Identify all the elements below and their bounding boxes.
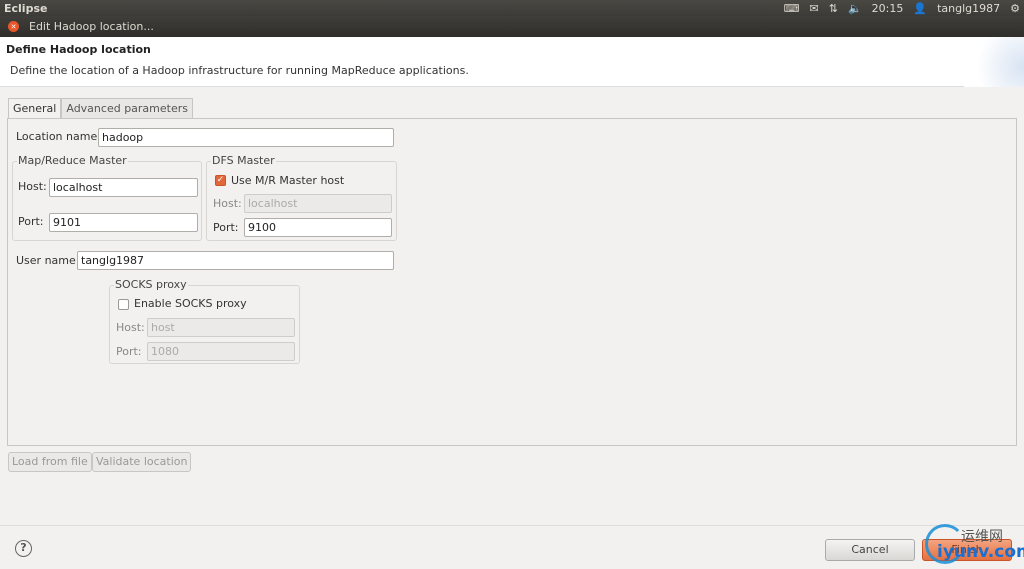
dfs-port-input[interactable]: 9100 xyxy=(244,218,392,237)
dialog-titlebar: ✕ Edit Hadoop location... xyxy=(0,16,1024,37)
location-name-label: Location name: xyxy=(16,130,101,143)
general-panel: Location name: hadoop Map/Reduce Master … xyxy=(7,118,1017,446)
mr-port-label: Port: xyxy=(18,215,44,228)
keyboard-icon[interactable]: ⌨ xyxy=(784,2,800,15)
user-menu[interactable]: tanglg1987 xyxy=(937,2,1000,15)
gear-icon[interactable]: ⚙ xyxy=(1010,2,1020,15)
socks-port-label: Port: xyxy=(116,345,142,358)
dfs-master-group: DFS Master ✓ Use M/R Master host Host: l… xyxy=(206,154,397,241)
mr-port-input[interactable]: 9101 xyxy=(49,213,198,232)
network-icon[interactable]: ⇅ xyxy=(829,2,838,15)
socks-host-label: Host: xyxy=(116,321,145,334)
tab-bar: General Advanced parameters xyxy=(8,98,193,118)
user-name-label: User name: xyxy=(16,254,80,267)
mr-host-input[interactable]: localhost xyxy=(49,178,198,197)
cancel-button[interactable]: Cancel xyxy=(825,539,915,561)
user-name-input[interactable]: tanglg1987 xyxy=(77,251,394,270)
mr-host-label: Host: xyxy=(18,180,47,193)
tab-general[interactable]: General xyxy=(8,98,62,118)
group-title: SOCKS proxy xyxy=(114,278,188,291)
socks-host-input: host xyxy=(147,318,295,337)
group-title: DFS Master xyxy=(211,154,276,167)
page-title: Define Hadoop location xyxy=(6,43,151,56)
header-banner-image xyxy=(964,37,1024,87)
enable-socks-proxy-label: Enable SOCKS proxy xyxy=(134,297,247,310)
volume-icon[interactable]: 🔈 xyxy=(848,2,862,15)
validate-location-button[interactable]: Validate location xyxy=(92,452,192,472)
load-from-file-button[interactable]: Load from file xyxy=(8,452,92,472)
wizard-header: Define Hadoop location Define the locati… xyxy=(0,37,1024,87)
user-icon: 👤 xyxy=(913,1,928,15)
dfs-host-input: localhost xyxy=(244,194,392,213)
clock[interactable]: 20:15 xyxy=(872,2,904,15)
use-mr-master-checkbox[interactable]: ✓ xyxy=(215,175,226,186)
socks-port-input: 1080 xyxy=(147,342,295,361)
finish-button[interactable]: Finish xyxy=(922,539,1012,561)
use-mr-master-label: Use M/R Master host xyxy=(231,174,345,187)
close-icon[interactable]: ✕ xyxy=(8,21,19,32)
location-name-input[interactable]: hadoop xyxy=(98,128,394,147)
dfs-port-label: Port: xyxy=(213,221,239,234)
tab-advanced-parameters[interactable]: Advanced parameters xyxy=(61,98,193,118)
dialog-title: Edit Hadoop location... xyxy=(29,20,154,33)
socks-proxy-group: SOCKS proxy Enable SOCKS proxy Host: hos… xyxy=(109,278,300,364)
page-description: Define the location of a Hadoop infrastr… xyxy=(10,64,469,77)
group-title: Map/Reduce Master xyxy=(17,154,128,167)
help-icon[interactable]: ? xyxy=(15,540,32,557)
footer-divider xyxy=(0,525,1024,526)
mail-icon[interactable]: ✉ xyxy=(810,2,819,15)
mapreduce-master-group: Map/Reduce Master Host: localhost Port: … xyxy=(12,154,202,241)
system-top-bar: Eclipse ⌨ ✉ ⇅ 🔈 20:15 👤 tanglg1987 ⚙ xyxy=(0,0,1024,16)
app-name: Eclipse xyxy=(4,1,48,15)
dfs-host-label: Host: xyxy=(213,197,242,210)
enable-socks-proxy-checkbox[interactable] xyxy=(118,299,129,310)
